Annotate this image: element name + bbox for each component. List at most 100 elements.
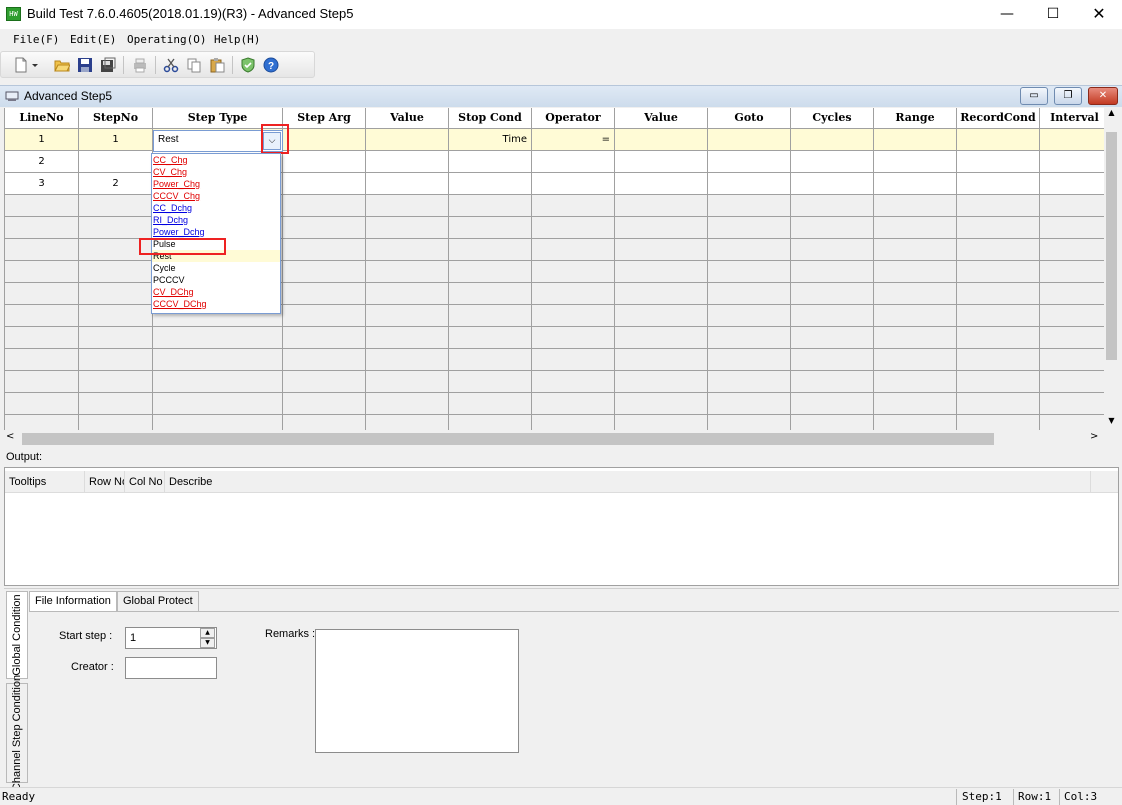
table-cell[interactable] [1040,415,1104,430]
table-cell[interactable] [532,151,615,173]
grid-column-header[interactable]: Step Arg [283,108,366,129]
table-row[interactable] [5,371,1104,393]
table-cell[interactable] [449,261,532,283]
table-cell[interactable]: 1 [5,129,79,151]
table-cell[interactable] [1040,151,1104,173]
table-row[interactable] [5,393,1104,415]
new-file-icon[interactable] [13,57,29,73]
table-cell[interactable] [708,415,791,430]
table-cell[interactable] [708,371,791,393]
tab-channel-step-condition[interactable]: Channel Step Condition [6,675,28,791]
table-cell[interactable] [615,305,708,327]
table-cell[interactable] [615,415,708,430]
table-cell[interactable] [874,393,957,415]
dropdown-option[interactable]: PCCCV [152,274,280,286]
grid-column-header[interactable]: Stop Cond [449,108,532,129]
table-cell[interactable] [366,261,449,283]
table-row[interactable] [5,327,1104,349]
table-cell[interactable] [283,151,366,173]
table-cell[interactable] [957,129,1040,151]
table-cell[interactable] [283,239,366,261]
table-cell[interactable] [79,283,153,305]
close-button[interactable]: ✕ [1076,0,1122,29]
table-cell[interactable] [874,305,957,327]
table-cell[interactable] [791,305,874,327]
dropdown-option[interactable]: CV_Chg [152,166,280,178]
table-cell[interactable] [283,349,366,371]
table-cell[interactable] [449,195,532,217]
table-cell[interactable] [1040,261,1104,283]
table-cell[interactable] [532,173,615,195]
table-cell[interactable] [366,305,449,327]
table-cell[interactable] [449,217,532,239]
scroll-right-icon[interactable]: > [1090,431,1098,442]
table-cell[interactable] [79,151,153,173]
table-cell[interactable] [874,239,957,261]
table-cell[interactable] [366,283,449,305]
output-col-col-no[interactable]: Col No [125,471,165,493]
table-cell[interactable] [283,415,366,430]
table-cell[interactable] [1040,195,1104,217]
table-cell[interactable] [708,129,791,151]
table-cell[interactable] [1040,305,1104,327]
table-cell[interactable]: 1 [79,129,153,151]
table-cell[interactable] [708,261,791,283]
table-cell[interactable] [957,217,1040,239]
table-cell[interactable] [708,195,791,217]
menu-file[interactable]: File(F) [13,33,59,46]
table-cell[interactable] [615,151,708,173]
help-icon[interactable]: ? [263,57,279,73]
table-cell[interactable] [79,261,153,283]
grid-column-header[interactable]: Cycles [791,108,874,129]
table-cell[interactable] [5,327,79,349]
output-col-tooltips[interactable]: Tooltips [5,471,85,493]
grid-column-header[interactable]: StepNo [79,108,153,129]
table-cell[interactable] [79,217,153,239]
document-close-button[interactable]: ✕ [1088,87,1118,105]
scroll-up-icon[interactable]: ▲ [1104,108,1119,122]
menu-operating[interactable]: Operating(O) [127,33,206,46]
grid-column-header[interactable]: LineNo [5,108,79,129]
remarks-field[interactable] [315,629,519,753]
vertical-scrollbar[interactable]: ▲ ▼ [1104,108,1119,430]
dropdown-option[interactable]: RI_Dchg [152,214,280,226]
table-cell[interactable] [615,371,708,393]
table-cell[interactable] [708,151,791,173]
table-cell[interactable] [615,393,708,415]
table-cell[interactable] [791,217,874,239]
table-cell[interactable] [791,283,874,305]
table-cell[interactable] [5,415,79,430]
grid-column-header[interactable]: Goto [708,108,791,129]
table-cell[interactable] [791,349,874,371]
table-cell[interactable] [79,349,153,371]
dropdown-option[interactable]: CC_Dchg [152,202,280,214]
table-cell[interactable] [5,239,79,261]
table-cell[interactable] [79,415,153,430]
table-cell[interactable] [366,393,449,415]
table-cell[interactable] [449,349,532,371]
document-restore-button[interactable]: ❐ [1054,87,1082,105]
table-cell[interactable] [366,129,449,151]
table-cell[interactable] [791,371,874,393]
table-cell[interactable] [532,349,615,371]
table-cell[interactable] [449,371,532,393]
table-cell[interactable] [957,327,1040,349]
table-cell[interactable] [449,305,532,327]
table-cell[interactable] [874,283,957,305]
table-cell[interactable] [615,261,708,283]
table-cell[interactable] [615,327,708,349]
table-cell[interactable] [283,393,366,415]
table-cell[interactable] [874,173,957,195]
horizontal-scrollbar[interactable]: < > [4,430,1104,447]
table-cell[interactable] [153,327,283,349]
table-cell[interactable] [5,217,79,239]
table-cell[interactable] [283,129,366,151]
table-cell[interactable] [874,129,957,151]
cut-icon[interactable] [163,57,179,73]
table-cell[interactable] [791,151,874,173]
print-icon[interactable] [132,57,148,73]
table-cell[interactable] [532,327,615,349]
table-cell[interactable] [957,239,1040,261]
dropdown-arrow-icon[interactable] [31,57,39,73]
table-cell[interactable] [874,371,957,393]
